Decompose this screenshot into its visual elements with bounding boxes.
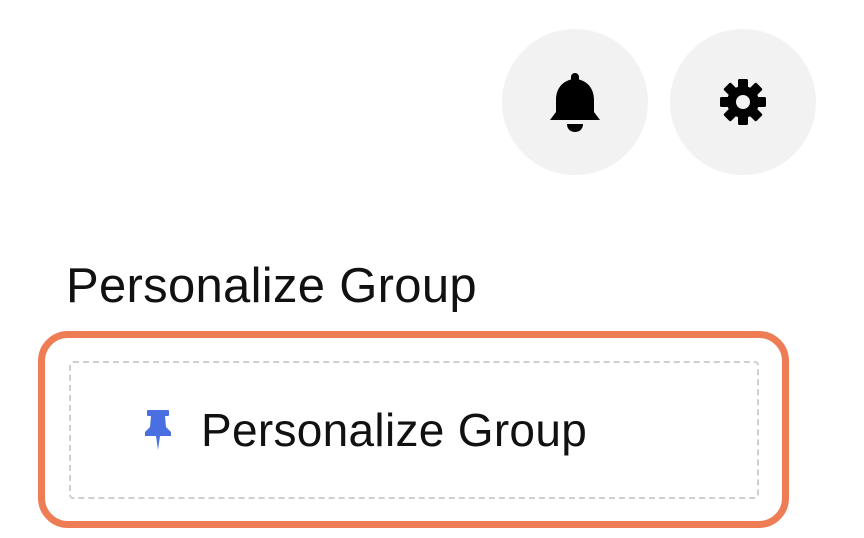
bell-icon — [546, 70, 604, 134]
notifications-button[interactable] — [502, 29, 648, 175]
highlight-frame: Personalize Group — [38, 331, 789, 528]
settings-button[interactable] — [670, 29, 816, 175]
gear-icon — [717, 76, 769, 128]
section-title: Personalize Group — [66, 259, 477, 313]
personalize-group-item[interactable]: Personalize Group — [69, 361, 759, 499]
pin-icon — [141, 408, 175, 452]
personalize-group-label: Personalize Group — [201, 404, 588, 456]
page: Personalize Group Personalize Group — [0, 0, 864, 538]
